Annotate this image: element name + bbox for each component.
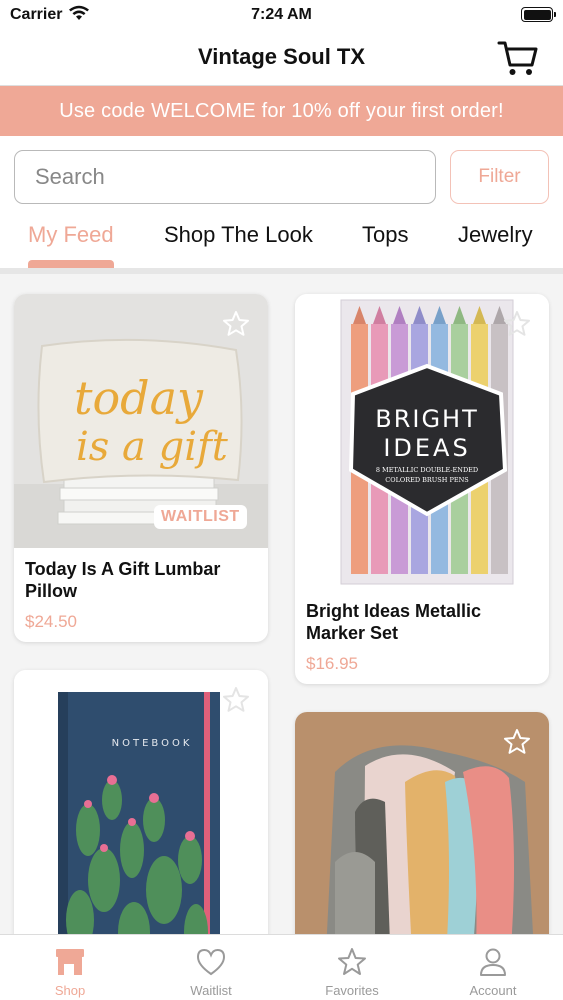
product-price: $16.95 (306, 654, 358, 673)
tab-bar-shop[interactable]: Shop (0, 935, 140, 1000)
product-title: Bright Ideas Metallic Marker Set (306, 600, 481, 644)
cart-icon (497, 41, 538, 75)
nav-bar: Vintage Soul TX (0, 30, 563, 86)
heart-icon (196, 948, 226, 976)
notebook-label: NOTEBOOK (112, 738, 193, 749)
bottom-tab-bar: Shop Waitlist Favorites Account (0, 934, 563, 1000)
star-icon (338, 948, 366, 975)
box-title-1: BRIGHT (375, 405, 479, 433)
promo-banner[interactable]: Use code WELCOME for 10% off your first … (0, 86, 563, 136)
product-price: $24.50 (25, 612, 77, 631)
favorite-star-icon[interactable] (222, 310, 250, 338)
page-title: Vintage Soul TX (197, 44, 366, 69)
person-icon (480, 948, 506, 976)
status-time: 7:24 AM (251, 6, 312, 23)
tab-bar-label: Favorites (325, 983, 379, 998)
tab-bar-label: Waitlist (190, 983, 232, 998)
box-subtitle-1: 8 METALLIC DOUBLE-ENDED (376, 466, 478, 474)
box-title-2: IDEAS (383, 434, 470, 462)
product-feed[interactable]: today is a gift WAITLIST Today Is A Gift… (0, 274, 563, 934)
product-title-line: Bright Ideas Metallic (306, 601, 482, 621)
product-card[interactable] (295, 712, 549, 934)
category-tabs: My Feed Shop The Look Tops Jewelry (0, 212, 563, 270)
tab-shop-the-look[interactable]: Shop The Look (164, 222, 313, 248)
product-title-line: Pillow (25, 581, 78, 601)
cart-button[interactable] (497, 38, 539, 78)
product-title: Today Is A Gift Lumbar Pillow (25, 558, 220, 602)
active-tab-indicator (28, 260, 114, 268)
product-card[interactable]: BRIGHT IDEAS 8 METALLIC DOUBLE-ENDED COL… (295, 294, 549, 684)
favorite-star-icon[interactable] (503, 310, 531, 338)
waitlist-badge: WAITLIST (154, 505, 247, 529)
tab-bar-favorites[interactable]: Favorites (282, 935, 422, 1000)
favorite-star-icon[interactable] (222, 686, 250, 714)
product-card[interactable]: today is a gift WAITLIST Today Is A Gift… (14, 294, 268, 642)
product-title-line: Marker Set (306, 623, 399, 643)
product-image: BRIGHT IDEAS 8 METALLIC DOUBLE-ENDED COL… (295, 294, 549, 590)
tab-bar-account[interactable]: Account (423, 935, 563, 1000)
product-card[interactable]: NOTEBOOK (14, 670, 268, 934)
tab-tops[interactable]: Tops (362, 222, 408, 248)
filter-button[interactable]: Filter (450, 150, 549, 204)
battery-icon (521, 7, 556, 22)
pillow-text-2: is a gift (76, 424, 229, 470)
tab-my-feed[interactable]: My Feed (28, 222, 114, 248)
tab-bar-label: Account (469, 983, 517, 998)
search-input[interactable]: Search (14, 150, 436, 204)
tab-bar-label: Shop (54, 983, 86, 998)
product-title-line: Today Is A Gift Lumbar (25, 559, 221, 579)
box-subtitle-2: COLORED BRUSH PENS (385, 476, 468, 484)
tab-jewelry[interactable]: Jewelry (458, 222, 533, 248)
tab-bar-waitlist[interactable]: Waitlist (141, 935, 281, 1000)
favorite-star-icon[interactable] (503, 728, 531, 756)
status-bar: Carrier 7:24 AM (0, 0, 563, 30)
pillow-text-1: today (74, 371, 204, 425)
shop-icon (56, 949, 84, 975)
